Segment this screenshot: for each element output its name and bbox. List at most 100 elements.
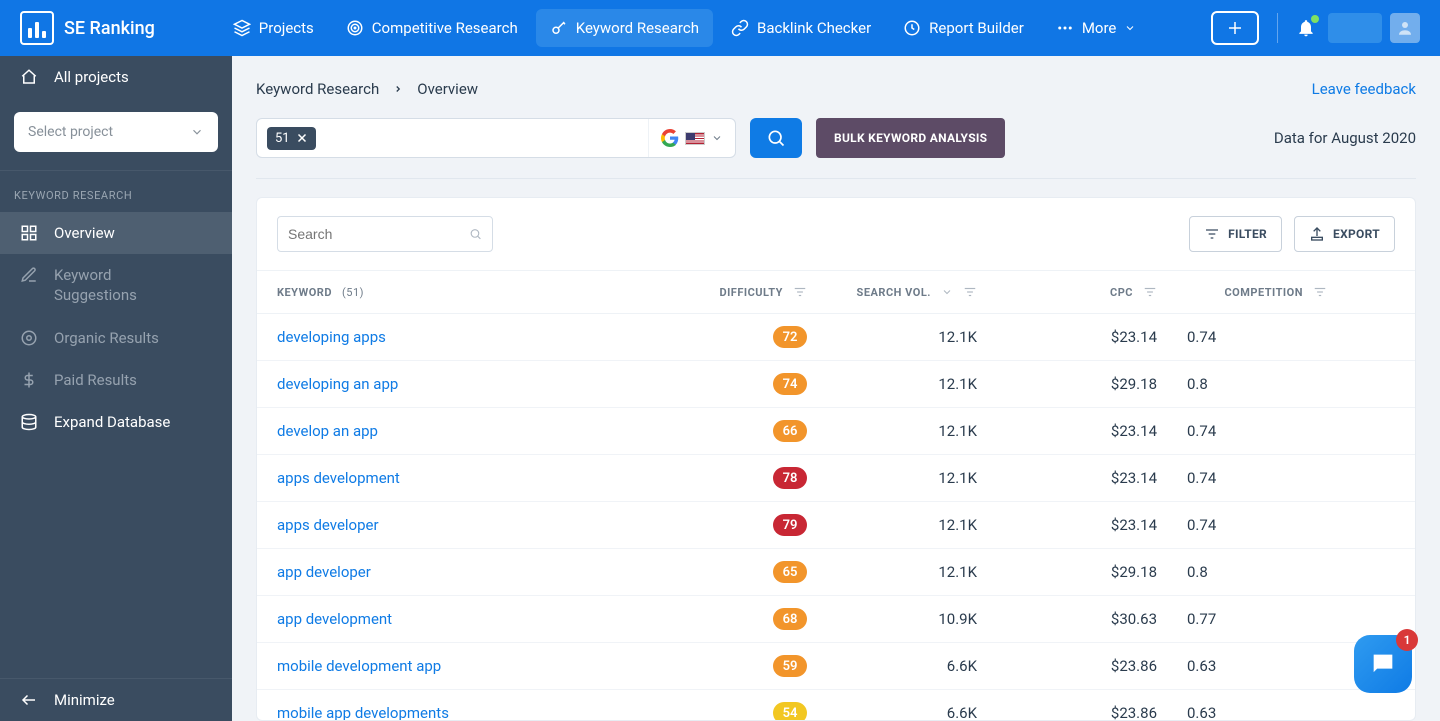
project-select-placeholder: Select project [28, 124, 113, 140]
chat-fab[interactable]: 1 [1354, 635, 1412, 693]
th-keyword-label: KEYWORD [277, 286, 332, 299]
difficulty-pill: 74 [773, 373, 807, 395]
th-difficulty-label: DIFFICULTY [719, 286, 783, 299]
th-competition[interactable]: COMPETITION [1157, 285, 1327, 299]
th-difficulty[interactable]: DIFFICULTY [657, 285, 807, 299]
filter-col-icon[interactable] [1313, 285, 1327, 299]
target-icon [346, 19, 364, 37]
th-cpc-label: CPC [1110, 286, 1133, 299]
export-button[interactable]: EXPORT [1294, 216, 1395, 252]
keyword-link[interactable]: app developer [277, 563, 371, 581]
avatar [1390, 13, 1420, 43]
keyword-search[interactable]: 51 [256, 118, 736, 158]
cell-cpc: $23.86 [977, 704, 1157, 720]
keyword-link[interactable]: mobile development app [277, 657, 441, 675]
sidebar-all-projects-label: All projects [54, 68, 129, 86]
keyword-link[interactable]: developing apps [277, 328, 386, 346]
cell-cpc: $30.63 [977, 610, 1157, 628]
bulk-analysis-button[interactable]: BULK KEYWORD ANALYSIS [816, 118, 1005, 158]
edit-icon [20, 266, 38, 284]
cell-cpc: $23.14 [977, 516, 1157, 534]
project-select[interactable]: Select project [14, 112, 218, 152]
brand-logo-icon [20, 11, 54, 45]
add-button[interactable] [1211, 11, 1259, 45]
cell-competition: 0.74 [1157, 469, 1327, 487]
cell-competition: 0.63 [1157, 657, 1327, 675]
nav-report[interactable]: Report Builder [889, 9, 1038, 47]
sort-desc-icon[interactable] [941, 286, 953, 298]
arrow-left-icon [20, 691, 38, 709]
keyword-count-chip[interactable]: 51 [267, 127, 316, 150]
breadcrumb-current: Overview [417, 80, 478, 98]
keyword-link[interactable]: app development [277, 610, 392, 628]
chat-badge: 1 [1396, 629, 1418, 651]
th-cpc[interactable]: CPC [977, 285, 1157, 299]
sidebar-suggestions[interactable]: Keyword Suggestions [0, 254, 232, 317]
sidebar-organic[interactable]: Organic Results [0, 317, 232, 359]
divider [256, 178, 1416, 179]
sidebar-overview-label: Overview [54, 224, 115, 242]
sidebar-expand-database[interactable]: Expand Database [0, 401, 232, 443]
grid-icon [20, 224, 38, 242]
nav-report-label: Report Builder [929, 19, 1024, 37]
sidebar-suggestions-label: Keyword Suggestions [54, 266, 174, 305]
sidebar-paid[interactable]: Paid Results [0, 359, 232, 401]
home-icon [20, 68, 38, 86]
cell-difficulty: 79 [657, 514, 807, 536]
th-search-vol[interactable]: SEARCH VOL. [807, 285, 977, 299]
notifications-button[interactable] [1296, 18, 1316, 38]
cell-keyword: develop an app [277, 422, 657, 440]
keyword-link[interactable]: mobile app developments [277, 704, 449, 720]
user-menu[interactable] [1328, 13, 1420, 43]
chat-icon [1369, 650, 1397, 678]
keyword-link[interactable]: apps development [277, 469, 400, 487]
leave-feedback-link[interactable]: Leave feedback [1312, 80, 1416, 98]
table-body: developing apps7212.1K$23.140.74developi… [257, 314, 1415, 720]
export-button-label: EXPORT [1333, 227, 1380, 241]
difficulty-pill: 72 [773, 326, 807, 348]
bulk-analysis-label: BULK KEYWORD ANALYSIS [834, 131, 987, 145]
nav-competitive[interactable]: Competitive Research [332, 9, 532, 47]
nav-keyword-research[interactable]: Keyword Research [536, 9, 713, 47]
filter-col-icon[interactable] [793, 285, 807, 299]
difficulty-pill: 78 [773, 467, 807, 489]
nav-projects-label: Projects [259, 19, 314, 37]
breadcrumb-root[interactable]: Keyword Research [256, 80, 379, 98]
sidebar-minimize[interactable]: Minimize [0, 679, 232, 721]
brand-logo[interactable]: SE Ranking [10, 11, 165, 45]
search-button[interactable] [750, 118, 802, 158]
filter-button[interactable]: FILTER [1189, 216, 1282, 252]
table-search[interactable] [277, 216, 493, 252]
nav-backlink[interactable]: Backlink Checker [717, 9, 885, 47]
difficulty-pill: 54 [773, 702, 807, 720]
sidebar-overview[interactable]: Overview [0, 212, 232, 254]
sidebar-minimize-label: Minimize [54, 691, 115, 709]
keyword-link[interactable]: develop an app [277, 422, 378, 440]
th-keyword[interactable]: KEYWORD (51) [277, 286, 657, 299]
cell-competition: 0.63 [1157, 704, 1327, 720]
breadcrumb: Keyword Research Overview [256, 80, 478, 98]
cell-difficulty: 65 [657, 561, 807, 583]
cell-difficulty: 59 [657, 655, 807, 677]
difficulty-pill: 79 [773, 514, 807, 536]
filter-col-icon[interactable] [1143, 285, 1157, 299]
cell-difficulty: 54 [657, 702, 807, 720]
table-row: develop an app6612.1K$23.140.74 [257, 408, 1415, 455]
cell-keyword: mobile development app [277, 657, 657, 675]
cell-search-vol: 12.1K [807, 375, 977, 393]
close-icon[interactable] [296, 132, 308, 144]
cell-keyword: app developer [277, 563, 657, 581]
sidebar-all-projects[interactable]: All projects [0, 56, 232, 98]
keyword-link[interactable]: developing an app [277, 375, 398, 393]
nav-more[interactable]: More [1042, 9, 1151, 47]
table-row: mobile development app596.6K$23.860.63 [257, 643, 1415, 690]
nav-competitive-label: Competitive Research [372, 19, 518, 37]
cell-search-vol: 12.1K [807, 469, 977, 487]
cell-competition: 0.74 [1157, 516, 1327, 534]
table-search-input[interactable] [288, 226, 469, 242]
keyword-link[interactable]: apps developer [277, 516, 379, 534]
nav-projects[interactable]: Projects [219, 9, 328, 47]
search-region-picker[interactable] [648, 119, 735, 157]
nav-backlink-label: Backlink Checker [757, 19, 871, 37]
filter-col-icon[interactable] [963, 285, 977, 299]
